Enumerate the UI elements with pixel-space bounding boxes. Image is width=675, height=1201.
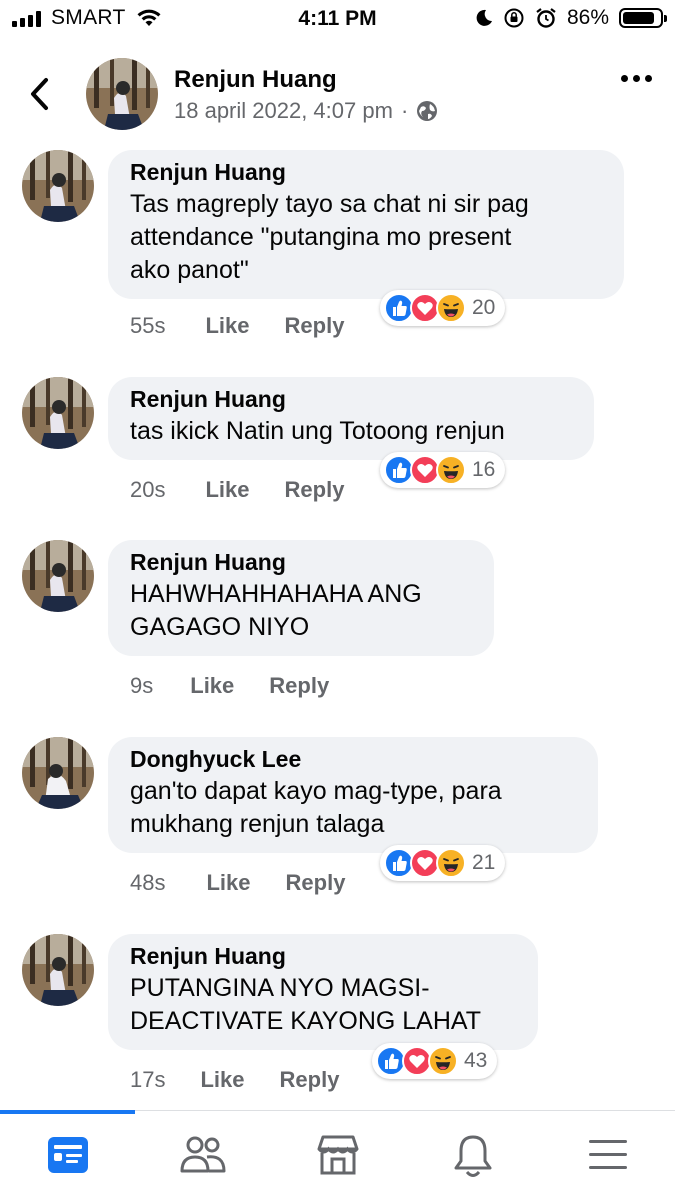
back-arrow-icon[interactable]: [26, 76, 58, 112]
friends-icon[interactable]: [135, 1133, 270, 1183]
comment-text-line: GAGAGO NIYO: [130, 613, 310, 641]
like-button[interactable]: Like: [205, 477, 249, 503]
post-header: Renjun Huang 18 april 2022, 4:07 pm ·: [0, 48, 675, 143]
status-bar: SMART 4:11 PM 86%: [0, 0, 675, 40]
reply-button[interactable]: Reply: [269, 673, 329, 699]
comment-text-line: Tas magreply tayo sa chat ni sir pag: [130, 190, 529, 218]
reply-button[interactable]: Reply: [285, 477, 345, 503]
notifications-icon[interactable]: [405, 1133, 540, 1183]
reactions-summary[interactable]: 21: [380, 845, 506, 881]
comment-time[interactable]: 17s: [130, 1067, 165, 1093]
commenter-name[interactable]: Renjun Huang: [130, 384, 572, 414]
marketplace-icon[interactable]: [270, 1133, 405, 1183]
meta-separator: ·: [400, 98, 409, 123]
menu-icon[interactable]: [540, 1133, 675, 1183]
reaction-count: 16: [472, 458, 496, 481]
avatar[interactable]: [22, 934, 94, 1006]
haha-icon: [436, 293, 466, 323]
comment-time[interactable]: 9s: [130, 673, 153, 699]
reaction-count: 21: [472, 851, 496, 874]
like-button[interactable]: Like: [206, 870, 250, 896]
avatar[interactable]: [22, 737, 94, 809]
battery-percentage: 86%: [566, 6, 609, 29]
like-button[interactable]: Like: [205, 313, 249, 339]
post-author-name[interactable]: Renjun Huang: [174, 66, 337, 94]
comment-text: PUTANGINA NYO MAGSI- DEACTIVATE KAYONG LA…: [130, 972, 516, 1038]
more-options-icon[interactable]: [621, 70, 655, 86]
like-button[interactable]: Like: [190, 673, 234, 699]
reaction-count: 43: [464, 1049, 488, 1072]
comment-text-line: mukhang renjun talaga: [130, 810, 385, 838]
comment-text-line: PUTANGINA NYO MAGSI-: [130, 974, 430, 1002]
comment-text-line: DEACTIVATE KAYONG LAHAT: [130, 1007, 481, 1035]
news-feed-icon[interactable]: [0, 1133, 135, 1183]
commenter-name[interactable]: Renjun Huang: [130, 941, 516, 971]
comment-text-line: ako panot": [130, 256, 249, 284]
comment-text: Tas magreply tayo sa chat ni sir pag atte…: [130, 188, 602, 287]
reactions-summary[interactable]: 43: [372, 1043, 498, 1079]
comment-time[interactable]: 55s: [130, 313, 165, 339]
comment-time[interactable]: 48s: [130, 870, 165, 896]
avatar[interactable]: [86, 58, 158, 130]
like-button[interactable]: Like: [200, 1067, 244, 1093]
reply-button[interactable]: Reply: [280, 1067, 340, 1093]
comment-text-line: HAHWHAHHAHAHA ANG: [130, 580, 422, 608]
reactions-summary[interactable]: 20: [380, 290, 506, 326]
comment-text-line: attendance "putangina mo present: [130, 223, 512, 251]
reactions-summary[interactable]: 16: [380, 452, 506, 488]
comment-text: gan'to dapat kayo mag-type, para mukhang …: [130, 775, 576, 841]
comment-bubble[interactable]: Donghyuck Lee gan'to dapat kayo mag-type,…: [108, 737, 598, 853]
comment-text-line: tas ikick Natin ung Totoong renjun: [130, 417, 505, 445]
comment-bubble[interactable]: Renjun Huang tas ikick Natin ung Totoong …: [108, 377, 594, 460]
comment-text: tas ikick Natin ung Totoong renjun: [130, 415, 572, 448]
comment-text: HAHWHAHHAHAHA ANG GAGAGO NIYO: [130, 578, 472, 644]
avatar[interactable]: [22, 150, 94, 222]
avatar[interactable]: [22, 377, 94, 449]
reaction-count: 20: [472, 296, 496, 319]
comment-bubble[interactable]: Renjun Huang HAHWHAHHAHAHA ANG GAGAGO NIYO: [108, 540, 494, 656]
comment-text-line: gan'to dapat kayo mag-type, para: [130, 777, 502, 805]
active-tab-indicator: [0, 1110, 135, 1114]
comment-bubble[interactable]: Renjun Huang PUTANGINA NYO MAGSI- DEACTIVA…: [108, 934, 538, 1050]
commenter-name[interactable]: Donghyuck Lee: [130, 744, 576, 774]
moon-icon: [476, 9, 492, 26]
reply-button[interactable]: Reply: [286, 870, 346, 896]
haha-icon: [436, 455, 466, 485]
comment-time[interactable]: 20s: [130, 477, 165, 503]
haha-icon: [428, 1046, 458, 1076]
commenter-name[interactable]: Renjun Huang: [130, 547, 472, 577]
haha-icon: [436, 848, 466, 878]
alarm-icon: [536, 8, 556, 28]
battery-icon: [619, 8, 667, 28]
rotation-lock-icon: [504, 8, 524, 28]
bottom-navigation: [0, 1110, 675, 1201]
commenter-name[interactable]: Renjun Huang: [130, 157, 602, 187]
avatar[interactable]: [22, 540, 94, 612]
globe-icon: [417, 101, 438, 121]
post-timestamp[interactable]: 18 april 2022, 4:07 pm: [174, 98, 393, 124]
comment-bubble[interactable]: Renjun Huang Tas magreply tayo sa chat ni…: [108, 150, 624, 299]
reply-button[interactable]: Reply: [285, 313, 345, 339]
